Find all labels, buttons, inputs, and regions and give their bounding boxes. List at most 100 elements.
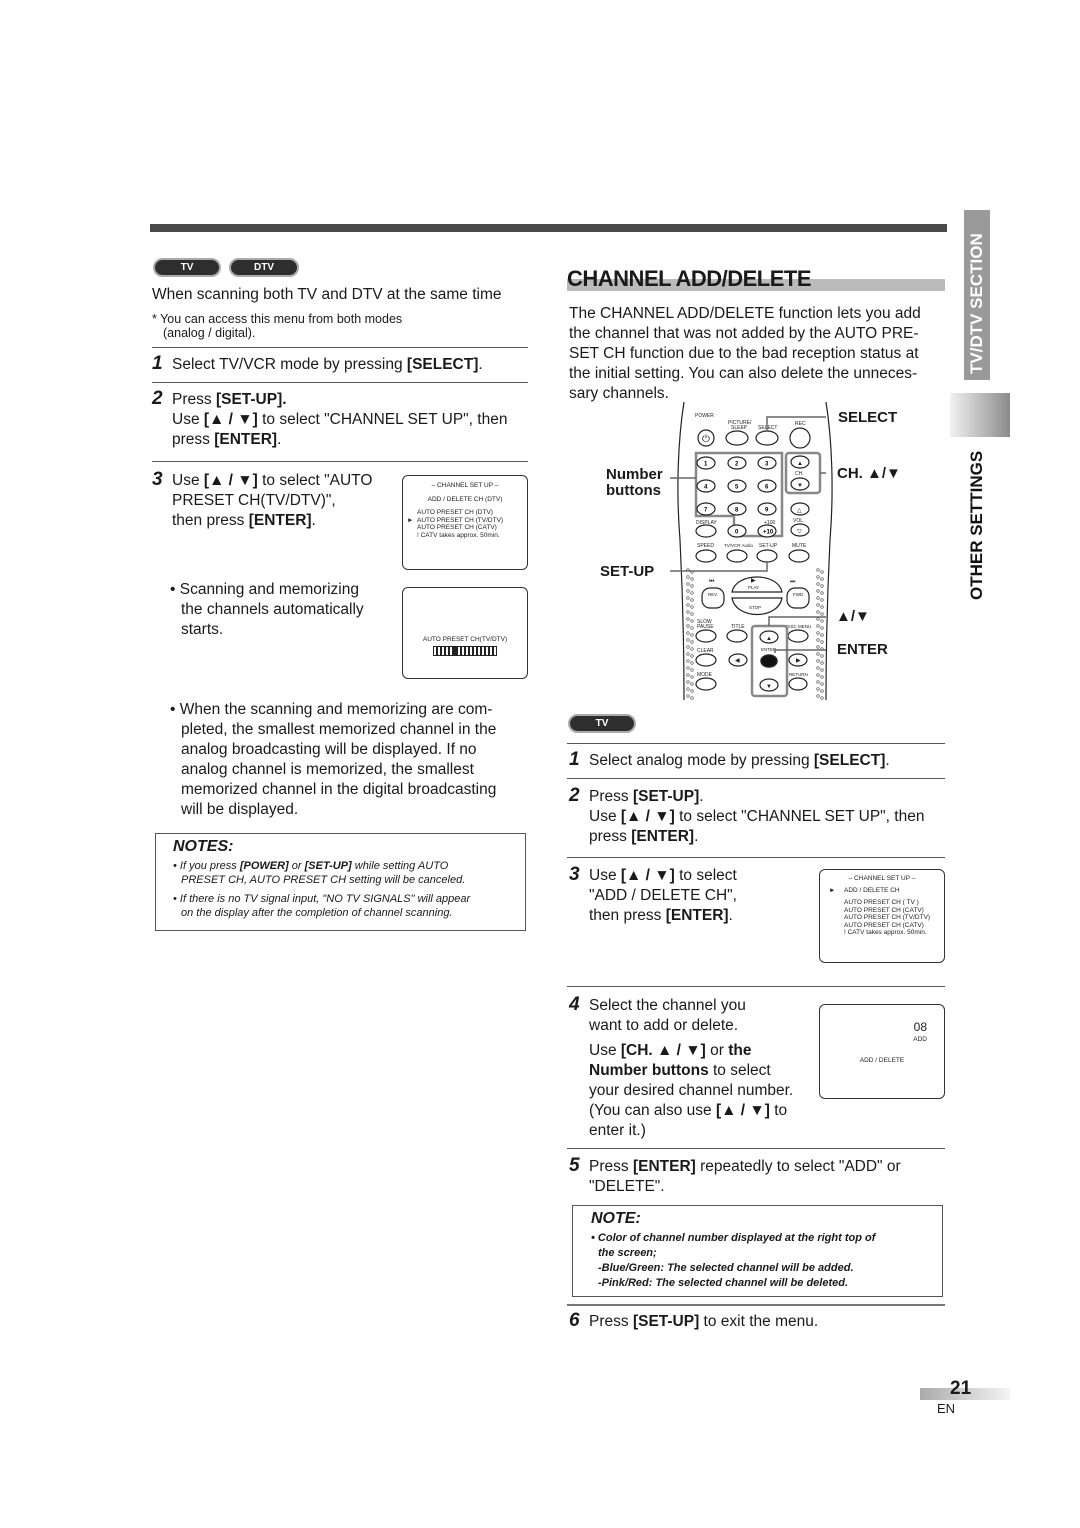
grip-dot <box>816 589 820 593</box>
grip-dot <box>820 696 824 700</box>
grip-dot <box>686 673 690 677</box>
step-text: press <box>172 431 215 448</box>
divider <box>567 743 945 744</box>
svg-text:⏭: ⏭ <box>790 579 796 585</box>
note-text: or <box>288 860 305 872</box>
page-number: 21 <box>950 1378 972 1399</box>
step-text: your desired channel number. <box>589 1082 794 1099</box>
mute-label: MUTE <box>792 543 807 549</box>
display-button <box>695 524 717 538</box>
grip-dot <box>820 619 824 623</box>
arrow-key-ref: [▲ / ▼] <box>715 1102 770 1119</box>
note-text: PRESET CH, AUTO PRESET CH setting will b… <box>181 874 466 886</box>
osd-item: AUTO PRESET CH (DTV) <box>417 509 493 516</box>
grip-dot <box>686 680 690 684</box>
intro-line: SET CH function due to the bad reception… <box>569 345 919 362</box>
step-text: . <box>277 431 282 448</box>
pause-button <box>695 629 717 643</box>
ch-label: CH. <box>795 471 804 477</box>
divider <box>567 778 945 779</box>
enter-key-ref: [ENTER] <box>665 907 729 924</box>
grip-dot <box>686 652 690 656</box>
grip-dot <box>690 647 694 651</box>
grip-dot <box>686 645 690 649</box>
grip-dot <box>820 668 824 672</box>
grip-dot <box>820 689 824 693</box>
grip-dot <box>816 575 820 579</box>
svg-text:◀: ◀ <box>735 658 740 664</box>
osd-item: AUTO PRESET CH (CATV) <box>844 921 924 929</box>
setup-key-ref: [SET-UP]. <box>215 391 287 408</box>
setup-label: SET-UP <box>759 543 778 549</box>
step-text: Use <box>172 472 204 489</box>
section-tab-label: TV/DTV SECTION <box>967 233 986 374</box>
notes-box: NOTES: • If you press [POWER] or [SET-UP… <box>155 833 526 931</box>
scanning-bullet: • Scanning and memorizing the channels a… <box>170 580 364 640</box>
tv-mode-badge-wrap: TV <box>568 713 636 733</box>
left-step-2: 2 Press [SET-UP]. Use [▲ / ▼] to select "… <box>152 389 507 450</box>
step-text: to exit the menu. <box>699 1313 819 1330</box>
completion-bullet: • When the scanning and memorizing are c… <box>170 700 496 820</box>
notes-title: NOTES: <box>173 838 234 855</box>
step-text: Press <box>589 1158 633 1175</box>
access-note: * You can access this menu from both mod… <box>152 312 403 326</box>
arrow-key-ref: [▲ / ▼] <box>620 867 675 884</box>
enter-key-ref: [ENTER] <box>214 431 278 448</box>
note-text: • If there is no TV signal input, "NO TV… <box>173 893 471 905</box>
grip-dot <box>686 631 690 635</box>
step-text: to select <box>708 1062 771 1079</box>
osd-note: ! CATV takes approx. 50min. <box>844 929 927 936</box>
tvvcr-audio-button <box>726 549 748 563</box>
grip-dot <box>816 624 820 628</box>
buttons-callout: buttons <box>606 482 661 499</box>
divider <box>152 347 528 348</box>
step-text: press <box>589 828 632 845</box>
grip-dot <box>816 666 820 670</box>
speed-button <box>695 549 717 563</box>
clear-label: CLEAR <box>697 648 714 654</box>
return-label: RETURN <box>789 672 808 677</box>
grip-dot <box>686 596 690 600</box>
arrow-key-ref: [▲ / ▼] <box>620 808 675 825</box>
setup-callout-line <box>670 562 768 572</box>
step-text: . <box>728 907 733 924</box>
language-code: EN <box>937 1401 956 1416</box>
setup-callout: SET-UP <box>600 563 655 580</box>
grip-dot <box>690 612 694 616</box>
osd-add-delete-screen: 08 ADD ADD / DELETE <box>819 1004 945 1099</box>
step-text: then press <box>172 512 249 529</box>
remote-outline-left <box>677 401 685 700</box>
grip-dot <box>820 570 824 574</box>
bullet-text: memorized channel in the digital broadca… <box>181 781 497 798</box>
grip-dot <box>820 682 824 686</box>
step-text: to select <box>674 867 737 884</box>
step-number: 1 <box>569 749 580 770</box>
grip-dot <box>816 652 820 656</box>
osd-item-selected: AUTO PRESET CH (TV/DTV) <box>417 516 504 524</box>
step-text: Select TV/VCR mode by pressing <box>172 356 407 373</box>
grip-dot <box>816 687 820 691</box>
arrow-key-ref: [▲ / ▼] <box>203 411 258 428</box>
grip-dot <box>690 654 694 658</box>
note-text: • If you press <box>173 860 240 872</box>
title-label: TITLE <box>731 624 745 630</box>
step-text: then press <box>589 907 666 924</box>
grip-dot <box>690 626 694 630</box>
step-number: 2 <box>152 388 163 409</box>
select-callout: SELECT <box>838 409 898 426</box>
note-title: NOTE: <box>591 1210 641 1227</box>
discmenu-label: DISC MENU <box>786 624 811 629</box>
step-text: . <box>694 828 699 845</box>
sleep-label: SLEEP <box>731 425 748 431</box>
digit-label: +10 <box>763 530 774 536</box>
step-text: "ADD / DELETE CH", <box>589 887 737 904</box>
grip-dot <box>690 619 694 623</box>
grip-dot <box>816 645 820 649</box>
note-text: on the display after the completion of c… <box>181 907 453 919</box>
vol-label: VOL. <box>793 518 804 524</box>
disc-menu-button <box>787 629 809 643</box>
grip-dot <box>820 605 824 609</box>
note-text: -Pink/Red: The selected channel will be … <box>598 1277 849 1289</box>
grip-dot <box>816 617 820 621</box>
osd-item: AUTO PRESET CH ( TV ) <box>844 899 919 906</box>
